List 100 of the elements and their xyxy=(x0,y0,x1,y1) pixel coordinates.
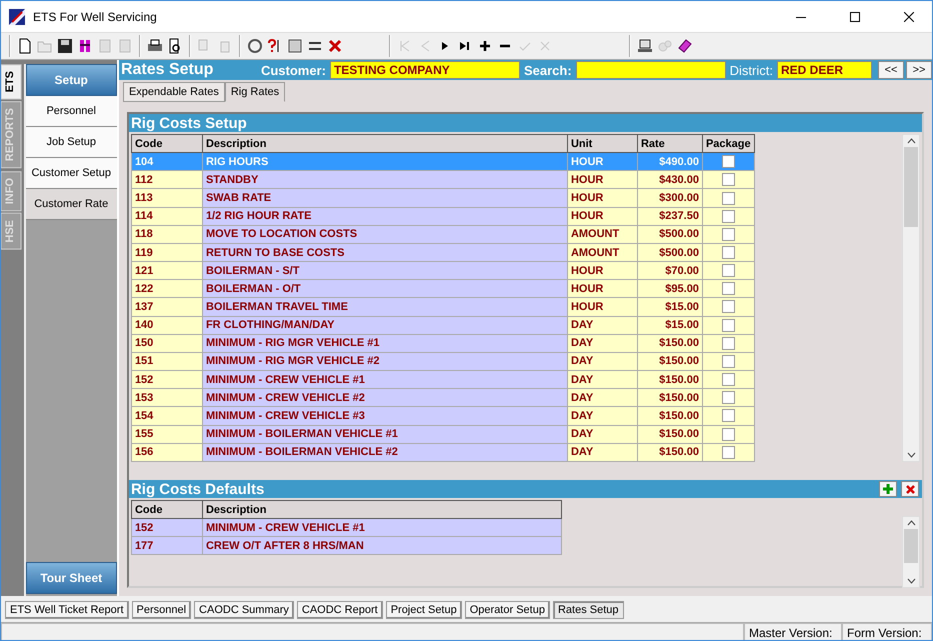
checkbox[interactable] xyxy=(722,409,735,422)
checkbox[interactable] xyxy=(722,173,735,186)
nav-item[interactable]: Customer Rate xyxy=(26,189,117,220)
nav-item[interactable]: Personnel xyxy=(26,96,117,127)
table-row[interactable]: 112 STANDBY HOUR $430.00 xyxy=(131,170,754,189)
checkbox[interactable] xyxy=(722,336,735,350)
table-cell: 155 xyxy=(131,425,202,444)
checkbox[interactable] xyxy=(722,373,735,386)
table-row[interactable]: 154 MINIMUM - CREW VEHICLE #3 DAY $150.00 xyxy=(131,406,754,425)
section-title: Rig Costs Setup xyxy=(130,114,247,132)
table-cell: MINIMUM - RIG MGR VEHICLE #1 xyxy=(202,334,568,352)
print-icon[interactable] xyxy=(147,38,163,54)
column-header: Package xyxy=(702,134,754,153)
table-cell: 137 xyxy=(131,298,202,316)
district-field[interactable]: RED DEER xyxy=(777,61,872,79)
table-row[interactable]: 119 RETURN TO BASE COSTS AMOUNT $500.00 xyxy=(131,243,754,262)
bottom-tab[interactable]: Project Setup xyxy=(386,601,462,619)
nav-item[interactable]: Customer Setup xyxy=(26,158,117,189)
checkbox[interactable] xyxy=(722,391,735,404)
table-cell: HOUR xyxy=(567,188,638,208)
new-document-icon[interactable] xyxy=(17,38,33,54)
checkbox[interactable] xyxy=(722,192,735,205)
section-title: Rig Costs Defaults xyxy=(130,480,264,498)
column-header: Code xyxy=(131,134,202,153)
table-row[interactable]: 152 MINIMUM - CREW VEHICLE #1 DAY $150.00 xyxy=(131,370,754,389)
checkbox[interactable] xyxy=(722,264,735,278)
table-row[interactable]: 114 1/2 RIG HOUR RATE HOUR $237.50 xyxy=(131,207,754,226)
bottom-tab[interactable]: Rates Setup xyxy=(552,601,624,619)
checkbox[interactable] xyxy=(722,318,735,332)
nav-item[interactable]: Job Setup xyxy=(26,127,117,158)
app-logo-icon xyxy=(9,8,25,24)
table-row[interactable]: 113 SWAB RATE HOUR $300.00 xyxy=(131,188,754,208)
checkbox[interactable] xyxy=(722,428,735,441)
table-cell: 114 xyxy=(131,207,202,226)
table-cell: $490.00 xyxy=(637,152,702,171)
table-cell: $150.00 xyxy=(637,406,702,425)
scrollbar[interactable] xyxy=(902,134,920,462)
table-cell: BOILERMAN - O/T xyxy=(202,280,568,298)
close-icon[interactable] xyxy=(904,12,914,22)
add-button[interactable] xyxy=(879,481,897,497)
checkbox[interactable] xyxy=(722,246,735,260)
table-row[interactable]: 140 FR CLOTHING/MAN/DAY DAY $15.00 xyxy=(131,316,754,334)
previous-button[interactable]: << xyxy=(878,61,904,79)
table-cell: MINIMUM - BOILERMAN VEHICLE #2 xyxy=(202,443,568,462)
table-row[interactable]: 150 MINIMUM - RIG MGR VEHICLE #1 DAY $150.00 xyxy=(131,334,754,352)
table-cell: 177 xyxy=(131,536,202,554)
scrollbar-thumb[interactable] xyxy=(904,529,918,563)
sub-tab[interactable]: Rig Rates xyxy=(224,82,286,102)
bottom-tab[interactable]: Personnel xyxy=(132,601,192,619)
table-cell: $150.00 xyxy=(637,370,702,389)
side-tab[interactable]: ETS xyxy=(1,64,22,100)
scrollbar[interactable] xyxy=(902,516,920,588)
table-row[interactable]: 118 MOVE TO LOCATION COSTS AMOUNT $500.00 xyxy=(131,225,754,244)
search-field[interactable] xyxy=(576,61,726,79)
checkbox[interactable] xyxy=(722,446,735,459)
checkbox[interactable] xyxy=(722,210,735,223)
next-button[interactable]: >> xyxy=(906,61,932,79)
computer-icon[interactable] xyxy=(637,38,653,54)
sub-tab[interactable]: Expendable Rates xyxy=(122,82,225,102)
bottom-tab[interactable]: CAODC Summary xyxy=(194,601,294,619)
checkbox[interactable] xyxy=(722,354,735,368)
delete-icon[interactable] xyxy=(327,38,343,54)
table-cell: 1/2 RIG HOUR RATE xyxy=(202,207,568,226)
table-cell: DAY xyxy=(567,388,638,407)
checkbox[interactable] xyxy=(722,282,735,296)
table-cell: 152 xyxy=(131,370,202,389)
table-row[interactable]: 151 MINIMUM - RIG MGR VEHICLE #2 DAY $150.00 xyxy=(131,352,754,371)
table-cell: $237.50 xyxy=(637,207,702,226)
customer-field[interactable]: TESTING COMPANY xyxy=(330,61,520,79)
table-cell: 104 xyxy=(131,152,202,171)
table-cell: $430.00 xyxy=(637,170,702,189)
delete-button[interactable] xyxy=(901,481,919,497)
checkbox[interactable] xyxy=(722,155,735,168)
checkbox[interactable] xyxy=(722,228,735,241)
table-cell: 154 xyxy=(131,406,202,425)
table-cell: 151 xyxy=(131,352,202,371)
table-cell: 150 xyxy=(131,334,202,352)
table-row[interactable]: 156 MINIMUM - BOILERMAN VEHICLE #2 DAY $150.00 xyxy=(131,443,754,462)
table-row[interactable]: 155 MINIMUM - BOILERMAN VEHICLE #1 DAY $150.00 xyxy=(131,425,754,444)
table-row[interactable]: 137 BOILERMAN TRAVEL TIME HOUR $15.00 xyxy=(131,298,754,316)
bottom-tab[interactable]: ETS Well Ticket Report xyxy=(5,601,128,619)
column-header: Code xyxy=(131,500,202,518)
table-row[interactable]: 153 MINIMUM - CREW VEHICLE #2 DAY $150.00 xyxy=(131,388,754,407)
bottom-tab[interactable]: CAODC Report xyxy=(296,601,383,619)
checkbox[interactable] xyxy=(722,300,735,314)
customer-label: Customer: xyxy=(260,62,327,78)
table-cell: FR CLOTHING/MAN/DAY xyxy=(202,316,568,334)
scrollbar-thumb[interactable] xyxy=(904,147,918,227)
bottom-tab[interactable]: Operator Setup xyxy=(464,601,550,619)
table-row[interactable]: 122 BOILERMAN - O/T HOUR $95.00 xyxy=(131,280,754,298)
table-cell: HOUR xyxy=(567,280,638,298)
column-header: Description xyxy=(202,500,562,518)
table-cell: DAY xyxy=(567,370,638,389)
table-row[interactable]: 121 BOILERMAN - S/T HOUR $70.00 xyxy=(131,262,754,280)
table-cell: $15.00 xyxy=(637,316,702,334)
maximize-icon[interactable] xyxy=(850,12,860,22)
save-icon[interactable] xyxy=(57,38,73,54)
table-cell: 153 xyxy=(131,388,202,407)
refresh-icon[interactable] xyxy=(247,38,263,54)
add-icon[interactable] xyxy=(477,38,493,54)
